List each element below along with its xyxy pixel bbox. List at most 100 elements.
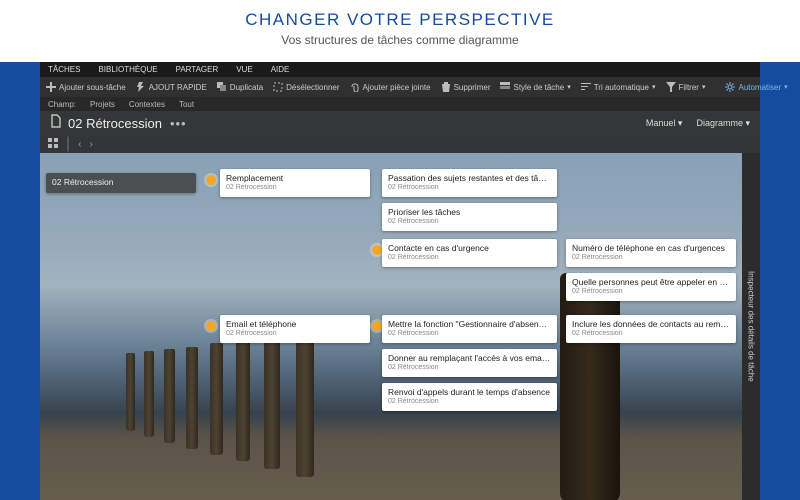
task-title: Renvoi d'appels durant le temps d'absenc… [388, 387, 551, 397]
task-project: 02 Rétrocession [388, 330, 551, 337]
duplicate-button[interactable]: Duplicata [217, 82, 263, 92]
automate-button[interactable]: Automatiser ▾ [725, 82, 787, 92]
nav-back-button[interactable]: ‹ [78, 139, 81, 150]
task-project: 02 Rétrocession [572, 288, 730, 295]
deselect-icon [273, 82, 283, 92]
task-card[interactable]: Passation des sujets restantes et des tâ… [382, 169, 557, 197]
inspector-tab[interactable]: Inspecteur des détails de tâche [742, 153, 760, 500]
task-project: 02 Rétrocession [572, 254, 730, 261]
sort-button[interactable]: Tri automatique ▾ [581, 82, 656, 92]
breadcrumb-row: Champ: Projets Contextes Tout [40, 97, 760, 111]
task-style-label: Style de tâche [513, 83, 564, 92]
chevron-down-icon: ▾ [784, 83, 788, 91]
add-subtask-label: Ajouter sous-tâche [59, 83, 126, 92]
duplicate-label: Duplicata [230, 83, 263, 92]
gear-icon [725, 82, 735, 92]
task-project: 02 Rétrocession [226, 184, 364, 191]
toolbar: Ajouter sous-tâche AJOUT RAPIDE Duplicat… [40, 77, 760, 97]
sort-icon [581, 82, 591, 92]
task-card[interactable]: Remplacement 02 Rétrocession [220, 169, 370, 197]
task-card[interactable]: Numéro de téléphone en cas d'urgences 02… [566, 239, 736, 267]
task-title: Donner au remplaçant l'accès à vos email… [388, 353, 551, 363]
chevron-down-icon: ▾ [652, 83, 656, 91]
canvas-nav-row: | ‹ › [40, 135, 760, 153]
sort-label: Tri automatique [594, 83, 649, 92]
quick-add-button[interactable]: AJOUT RAPIDE [136, 82, 207, 92]
breadcrumb-contexts[interactable]: Contextes [129, 100, 165, 109]
menu-library[interactable]: BIBLIOTHÈQUE [98, 65, 157, 74]
deselect-label: Désélectionner [286, 83, 339, 92]
task-project: 02 Rétrocession [572, 330, 730, 337]
task-card[interactable]: Prioriser les tâches 02 Rétrocession [382, 203, 557, 231]
view-mode-dropdown[interactable]: Diagramme ▾ [696, 118, 750, 129]
paperclip-icon [350, 82, 360, 92]
menu-view[interactable]: VUE [236, 65, 252, 74]
menu-bar: TÂCHES BIBLIOTHÈQUE PARTAGER VUE AIDE [40, 62, 760, 77]
task-title: Numéro de téléphone en cas d'urgences [572, 243, 730, 253]
document-title-row: 02 Rétrocession ••• Manuel ▾ Diagramme ▾ [40, 111, 760, 135]
app-window: TÂCHES BIBLIOTHÈQUE PARTAGER VUE AIDE Aj… [40, 62, 760, 500]
document-more-icon[interactable]: ••• [170, 116, 187, 131]
expand-marker[interactable] [206, 175, 216, 185]
promo-title: CHANGER VOTRE PERSPECTIVE [0, 10, 800, 30]
attach-button[interactable]: Ajouter pièce jointe [350, 82, 431, 92]
promo-subtitle: Vos structures de tâches comme diagramme [0, 33, 800, 47]
task-card[interactable]: Contacte en cas d'urgence 02 Rétrocessio… [382, 239, 557, 267]
sort-mode-dropdown[interactable]: Manuel ▾ [646, 118, 683, 129]
task-card[interactable]: Quelle personnes peut être appeler en ca… [566, 273, 736, 301]
deselect-button[interactable]: Désélectionner [273, 82, 339, 92]
task-card[interactable]: Mettre la fonction "Gestionnaire d'absen… [382, 315, 557, 343]
task-title: Prioriser les tâches [388, 207, 551, 217]
delete-label: Supprimer [454, 83, 491, 92]
delete-button[interactable]: Supprimer [441, 82, 491, 92]
breadcrumb-label: Champ: [48, 100, 76, 109]
expand-marker[interactable] [372, 321, 382, 331]
task-project: 02 Rétrocession [388, 218, 551, 225]
task-project: 02 Rétrocession [388, 254, 551, 261]
nav-forward-button[interactable]: › [90, 139, 93, 150]
task-title: 02 Rétrocession [52, 177, 190, 187]
document-title: 02 Rétrocession [68, 116, 162, 131]
plus-icon [46, 82, 56, 92]
promo-header: CHANGER VOTRE PERSPECTIVE Vos structures… [0, 0, 800, 62]
menu-tasks[interactable]: TÂCHES [48, 65, 80, 74]
promo-border-left [0, 62, 40, 500]
task-card[interactable]: Email et téléphone 02 Rétrocession [220, 315, 370, 343]
quick-add-label: AJOUT RAPIDE [149, 83, 207, 92]
filter-button[interactable]: Filtrer ▾ [666, 82, 706, 92]
add-subtask-button[interactable]: Ajouter sous-tâche [46, 82, 126, 92]
task-card[interactable]: Inclure les données de contacts au rempl… [566, 315, 736, 343]
task-title: Email et téléphone [226, 319, 364, 329]
menu-share[interactable]: PARTAGER [176, 65, 219, 74]
expand-marker[interactable] [206, 321, 216, 331]
style-icon [500, 82, 510, 92]
task-title: Inclure les données de contacts au rempl… [572, 319, 730, 329]
breadcrumb-projects[interactable]: Projets [90, 100, 115, 109]
task-project: 02 Rétrocession [388, 398, 551, 405]
chevron-down-icon: ▾ [702, 83, 706, 91]
expand-marker[interactable] [372, 245, 382, 255]
lightning-icon [136, 82, 146, 92]
breadcrumb-all[interactable]: Tout [179, 100, 194, 109]
grid-view-icon[interactable] [48, 135, 58, 153]
task-style-button[interactable]: Style de tâche ▾ [500, 82, 570, 92]
inspector-label: Inspecteur des détails de tâche [747, 271, 756, 382]
diagram-canvas[interactable]: 02 Rétrocession Remplacement 02 Rétroces… [40, 153, 742, 500]
task-title: Contacte en cas d'urgence [388, 243, 551, 253]
automate-label: Automatiser [738, 83, 781, 92]
task-card[interactable]: Renvoi d'appels durant le temps d'absenc… [382, 383, 557, 411]
task-card-root[interactable]: 02 Rétrocession [46, 173, 196, 193]
trash-icon [441, 82, 451, 92]
document-icon [50, 114, 62, 133]
task-title: Passation des sujets restantes et des tâ… [388, 173, 551, 183]
task-card[interactable]: Donner au remplaçant l'accès à vos email… [382, 349, 557, 377]
task-title: Mettre la fonction "Gestionnaire d'absen… [388, 319, 551, 329]
filter-label: Filtrer [679, 83, 699, 92]
menu-help[interactable]: AIDE [271, 65, 290, 74]
filter-icon [666, 82, 676, 92]
task-project: 02 Rétrocession [388, 364, 551, 371]
copy-icon [217, 82, 227, 92]
promo-border-right [760, 62, 800, 500]
task-project: 02 Rétrocession [226, 330, 364, 337]
task-title: Quelle personnes peut être appeler en ca… [572, 277, 730, 287]
